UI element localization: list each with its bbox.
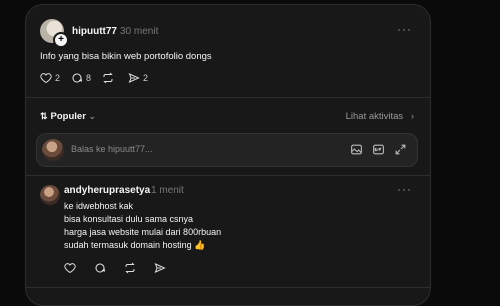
like-button[interactable]: 2 [40,72,60,84]
share-count: 2 [143,73,149,83]
comment-button[interactable]: 8 [71,72,91,84]
image-icon[interactable] [350,143,363,156]
reply-box[interactable]: Balas ke hipuutt77... [36,133,418,167]
sort-icon: ⇅ [40,111,48,121]
comment-reply-button[interactable] [94,262,109,274]
view-activity-label: Lihat aktivitas [345,111,404,122]
post-time: 30 menit [120,26,159,37]
comment-icon [95,263,106,273]
comment-count: 8 [86,73,92,83]
like-count: 2 [55,73,61,83]
chevron-right-icon: › [410,111,414,122]
comment-share-button[interactable] [154,262,169,274]
follow-plus-icon[interactable]: + [53,32,69,48]
sort-label: Populer [50,111,86,122]
heart-icon [40,73,52,84]
comment-line: harga jasa website mulai dari 800rbuan [64,227,222,237]
divider [26,97,430,98]
reply-tools [341,143,407,156]
comment-repost-button[interactable] [124,262,139,274]
heart-icon [64,263,76,274]
post-more-icon[interactable]: ··· [397,22,412,36]
view-activity-link[interactable]: Lihat aktivitas › [346,111,414,122]
comment-like-button[interactable] [64,262,79,274]
comment-line: ke idwebhost kak [64,201,134,211]
repost-icon [125,262,135,274]
repost-button[interactable] [102,72,117,84]
send-icon [154,263,166,273]
reply-input[interactable]: Balas ke hipuutt77... [71,144,153,154]
divider [26,175,430,176]
current-user-avatar [42,139,64,161]
comment-author-avatar[interactable] [40,185,60,205]
comment-line: sudah termasuk domain hosting 👍 [64,240,206,250]
share-button[interactable]: 2 [128,72,148,84]
post-actions: 2 8 2 [40,72,159,84]
repost-icon [103,72,113,84]
comment-actions [64,262,180,274]
post-text: Info yang bisa bikin web portofolio dong… [40,51,212,62]
comment-more-icon[interactable]: ··· [397,182,412,196]
comment-line: bisa konsultasi dulu sama csnya [64,214,194,224]
comment-icon [72,73,83,83]
chevron-down-icon: ⌄ [88,112,96,121]
gif-icon[interactable] [372,143,385,156]
send-icon [128,73,140,83]
expand-icon[interactable] [394,143,407,156]
sort-dropdown[interactable]: ⇅ Populer ⌄ [40,111,96,122]
post-username[interactable]: hipuutt77 [72,26,117,37]
divider [26,287,430,288]
thread-card: + hipuutt77 30 menit ··· Info yang bisa … [25,4,431,306]
comment-username[interactable]: andyheruprasetya [64,185,150,196]
comment-time: 1 menit [151,185,184,196]
